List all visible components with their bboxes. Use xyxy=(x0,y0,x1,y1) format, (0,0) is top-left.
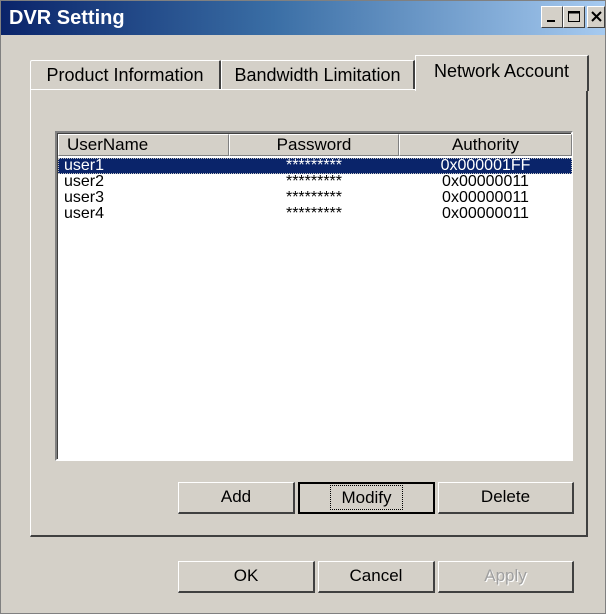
minimize-button[interactable] xyxy=(541,6,563,28)
password-cell: ********* xyxy=(285,189,343,206)
password-cell: ********* xyxy=(285,205,343,222)
list-frame: UserName Password Authority user1 ******… xyxy=(57,133,574,459)
authority-cell: 0x00000011 xyxy=(442,173,529,190)
password-cell: ********* xyxy=(285,157,343,174)
column-header-authority[interactable]: Authority xyxy=(399,134,572,156)
password-cell: ********* xyxy=(285,173,343,190)
list-item[interactable]: user4 ********* 0x00000011 xyxy=(58,206,572,222)
tab-bandwidth-limitation[interactable]: Bandwidth Limitation xyxy=(221,60,415,90)
close-icon xyxy=(591,11,602,22)
title-bar[interactable]: DVR Setting xyxy=(1,1,605,35)
modify-button[interactable]: Modify xyxy=(298,482,435,514)
authority-cell: 0x000001FF xyxy=(440,157,531,174)
ok-button[interactable]: OK xyxy=(178,561,315,593)
close-button[interactable] xyxy=(587,6,605,28)
username-cell: user1 xyxy=(64,157,105,174)
tab-product-information[interactable]: Product Information xyxy=(30,60,221,90)
username-cell: user4 xyxy=(64,205,105,222)
minimize-icon xyxy=(547,20,555,22)
list-header: UserName Password Authority xyxy=(58,134,574,156)
window-title: DVR Setting xyxy=(9,7,125,29)
tab-label: Bandwidth Limitation xyxy=(234,65,401,85)
accounts-list[interactable]: UserName Password Authority user1 ******… xyxy=(55,131,573,461)
add-button[interactable]: Add xyxy=(178,482,295,514)
delete-button-label: Delete xyxy=(480,487,531,506)
tab-label: Network Account xyxy=(433,61,570,81)
list-item[interactable]: user1 ********* 0x000001FF xyxy=(58,158,572,174)
tab-label: Product Information xyxy=(46,65,204,85)
column-header-password[interactable]: Password xyxy=(229,134,399,156)
maximize-button[interactable] xyxy=(563,6,585,28)
list-item[interactable]: user2 ********* 0x00000011 xyxy=(58,174,572,190)
cancel-button[interactable]: Cancel xyxy=(318,561,435,593)
cancel-button-label: Cancel xyxy=(349,566,403,585)
apply-button-label: Apply xyxy=(484,566,527,585)
apply-button[interactable]: Apply xyxy=(438,561,574,593)
username-cell: user2 xyxy=(64,173,105,190)
ok-button-label: OK xyxy=(233,566,259,585)
delete-button[interactable]: Delete xyxy=(438,482,574,514)
add-button-label: Add xyxy=(220,487,252,506)
list-body: user1 ********* 0x000001FF user2 *******… xyxy=(58,158,572,222)
dvr-setting-window: DVR Setting Product Information Bandwidt… xyxy=(0,0,606,614)
authority-cell: 0x00000011 xyxy=(442,189,529,206)
tab-network-account[interactable]: Network Account xyxy=(415,55,589,91)
authority-cell: 0x00000011 xyxy=(442,205,529,222)
list-item[interactable]: user3 ********* 0x00000011 xyxy=(58,190,572,206)
username-cell: user3 xyxy=(64,189,105,206)
modify-button-label: Modify xyxy=(330,485,403,510)
maximize-icon xyxy=(568,11,580,22)
column-header-username[interactable]: UserName xyxy=(58,134,229,156)
